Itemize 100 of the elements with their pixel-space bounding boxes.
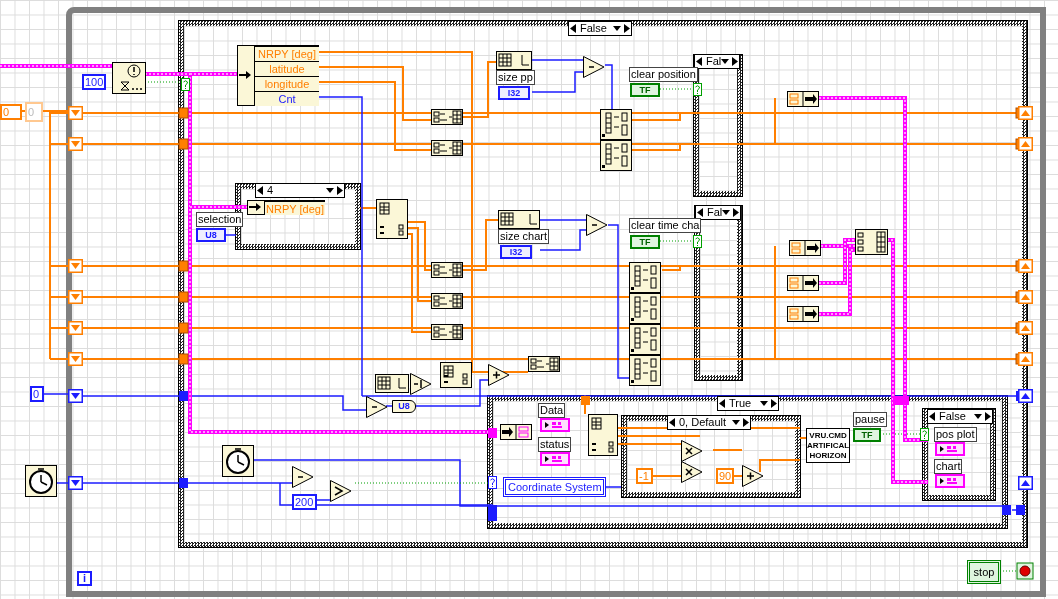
multiply-node-icon xyxy=(681,440,703,462)
build-array-icon xyxy=(431,293,463,309)
case-selector[interactable]: 4 xyxy=(255,183,345,198)
cluster-indicator-icon xyxy=(540,452,570,466)
terminal[interactable]: TF xyxy=(853,428,881,442)
terminal[interactable]: TF xyxy=(630,83,660,97)
label: size pp xyxy=(496,70,535,85)
shift-register-icon xyxy=(1018,290,1033,304)
shift-register-icon xyxy=(68,137,83,151)
constant[interactable]: 0 xyxy=(30,386,44,402)
stop-button[interactable]: stop xyxy=(967,560,1001,584)
add-node-icon xyxy=(488,364,510,386)
dropdown-arrow-icon[interactable] xyxy=(613,26,621,31)
wire xyxy=(617,443,682,445)
replace-subset-icon xyxy=(600,140,632,171)
stopwatch-icon xyxy=(25,465,57,497)
bundle-node-icon xyxy=(787,306,819,322)
label: pause xyxy=(853,412,887,427)
iteration-terminal: i xyxy=(77,571,92,586)
left-arrow-icon[interactable] xyxy=(697,208,704,217)
constant[interactable]: 200 xyxy=(292,494,317,510)
case-selector[interactable]: False xyxy=(568,21,632,36)
shift-register-icon xyxy=(1018,321,1033,335)
left-arrow-icon[interactable] xyxy=(696,57,703,66)
index-array-icon xyxy=(440,362,472,388)
label: clear time cha xyxy=(629,218,702,233)
shift-register-icon xyxy=(1018,137,1033,151)
enum-constant[interactable]: Coordinate System xyxy=(503,477,606,497)
array-size-icon xyxy=(496,51,532,70)
case-selector-terminal-icon xyxy=(181,78,190,91)
subvi-text: HORIZON xyxy=(809,450,847,461)
field-name: longitude xyxy=(254,76,319,91)
dropdown-arrow-icon[interactable] xyxy=(721,59,730,64)
tunnel xyxy=(893,396,909,405)
field-name: latitude xyxy=(254,61,319,76)
label: clear position xyxy=(629,67,698,82)
subvi-node[interactable]: VRU.CMD ARTIFICAL HORIZON xyxy=(806,428,850,463)
left-arrow-icon[interactable] xyxy=(570,24,577,33)
wire xyxy=(539,219,587,221)
left-arrow-icon[interactable] xyxy=(669,418,676,427)
label: size chart xyxy=(498,229,550,244)
right-arrow-icon[interactable] xyxy=(731,57,739,66)
shift-register-icon xyxy=(1018,389,1033,403)
wire xyxy=(42,393,69,395)
multiply-node-icon xyxy=(681,461,703,483)
array-size-icon xyxy=(375,374,409,393)
right-arrow-icon[interactable] xyxy=(742,418,749,427)
terminal[interactable]: U8 xyxy=(196,228,226,242)
loop-condition-icon xyxy=(1016,562,1034,580)
shift-register-icon xyxy=(1018,352,1033,366)
right-arrow-icon[interactable] xyxy=(336,186,343,195)
replace-subset-icon xyxy=(600,109,632,140)
cluster-indicator-icon xyxy=(540,418,570,432)
conversion-node: U8 xyxy=(392,400,416,413)
label: selection xyxy=(196,212,244,227)
case-selector[interactable]: True xyxy=(717,396,779,411)
dropdown-arrow-icon[interactable] xyxy=(326,188,334,193)
case-selector[interactable]: 0, Default xyxy=(667,415,751,430)
field-name: Cnt xyxy=(254,91,319,106)
dropdown-arrow-icon[interactable] xyxy=(732,420,740,425)
build-array-icon xyxy=(431,140,463,156)
left-arrow-icon[interactable] xyxy=(929,412,936,421)
dropdown-arrow-icon[interactable] xyxy=(760,401,768,406)
case-selector-terminal-icon xyxy=(920,428,929,441)
left-arrow-icon[interactable] xyxy=(719,399,726,408)
tunnel xyxy=(179,391,188,401)
case-selector[interactable]: Fal xyxy=(694,54,740,69)
cluster-indicator-icon xyxy=(935,474,965,488)
unbundle-node-icon xyxy=(500,424,532,440)
left-arrow-icon[interactable] xyxy=(257,186,264,195)
shift-register-icon xyxy=(68,290,83,304)
shift-register-icon xyxy=(68,352,83,366)
right-arrow-icon[interactable] xyxy=(623,24,630,33)
label: Data xyxy=(538,403,566,418)
right-arrow-icon[interactable] xyxy=(732,208,740,217)
constant[interactable]: 100 xyxy=(82,74,106,90)
build-array-icon xyxy=(528,356,560,372)
terminal[interactable]: TF xyxy=(630,235,660,249)
tunnel xyxy=(178,138,189,150)
terminal[interactable]: I32 xyxy=(498,86,530,100)
subtract-node-icon xyxy=(586,214,608,236)
case-selector[interactable]: Fal xyxy=(695,205,741,220)
wire xyxy=(712,449,743,451)
case-selector[interactable]: False xyxy=(927,409,993,424)
greater-than-node-icon xyxy=(330,480,352,502)
terminal[interactable]: I32 xyxy=(500,245,532,259)
bundle-node-icon xyxy=(787,275,819,291)
tunnel xyxy=(179,478,188,488)
add-node-icon xyxy=(742,465,764,487)
shift-register-icon xyxy=(68,259,83,273)
right-arrow-icon[interactable] xyxy=(984,412,991,421)
tunnel xyxy=(178,291,189,303)
build-array-icon xyxy=(855,229,888,255)
label: chart xyxy=(934,459,963,474)
build-array-icon xyxy=(431,109,463,125)
right-arrow-icon[interactable] xyxy=(770,399,777,408)
dropdown-arrow-icon[interactable] xyxy=(722,210,731,215)
shift-register-icon xyxy=(68,389,83,403)
shift-register-icon xyxy=(68,476,83,490)
dropdown-arrow-icon[interactable] xyxy=(974,414,982,419)
